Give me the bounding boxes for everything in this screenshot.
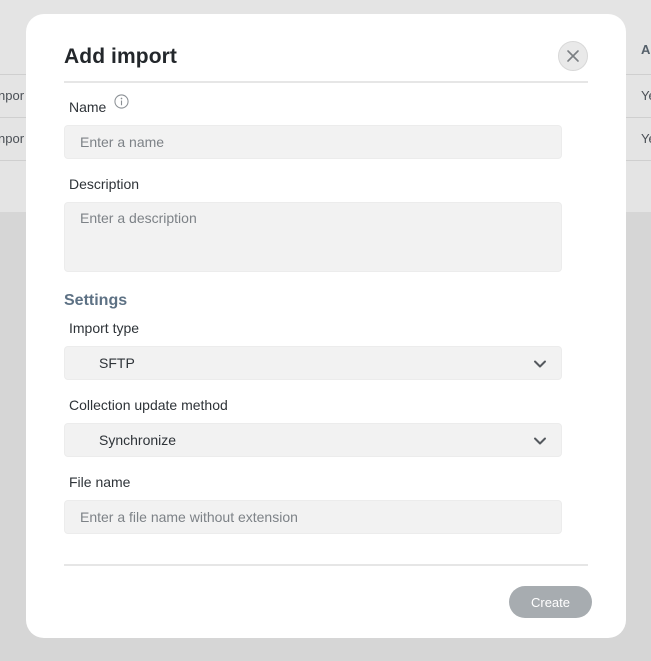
collection-update-method-value: Synchronize [99,432,177,448]
create-button[interactable]: Create [509,586,592,618]
chevron-down-icon [534,360,546,368]
name-input[interactable]: Enter a name [64,125,562,159]
close-icon [567,50,579,62]
import-type-label: Import type [69,320,140,336]
file-name-label: File name [69,474,131,490]
table-cell: Ye [641,88,651,103]
file-name-placeholder: Enter a file name without extension [80,509,298,525]
table-cell: npor [0,88,25,103]
settings-section-title: Settings [64,292,128,309]
collection-update-method-label: Collection update method [69,397,228,413]
file-name-input[interactable]: Enter a file name without extension [64,500,562,534]
name-input-placeholder: Enter a name [80,134,165,150]
table-cell: Ye [641,131,651,146]
name-label: Name [69,99,107,115]
description-placeholder: Enter a description [80,210,197,226]
dialog-title: Add import [64,45,177,68]
chevron-down-icon [534,437,546,445]
info-icon[interactable] [114,94,129,109]
add-import-dialog: Add import Name Enter a name Description… [26,14,626,638]
table-header-cell: A [641,42,651,57]
import-type-select[interactable]: SFTP [64,346,562,380]
table-cell: npor [0,131,25,146]
collection-update-method-select[interactable]: Synchronize [64,423,562,457]
description-textarea[interactable]: Enter a description [64,202,562,272]
footer-divider [64,564,588,566]
header-divider [64,81,588,83]
import-type-value: SFTP [99,355,135,371]
close-button[interactable] [558,41,588,71]
description-label: Description [69,176,140,192]
